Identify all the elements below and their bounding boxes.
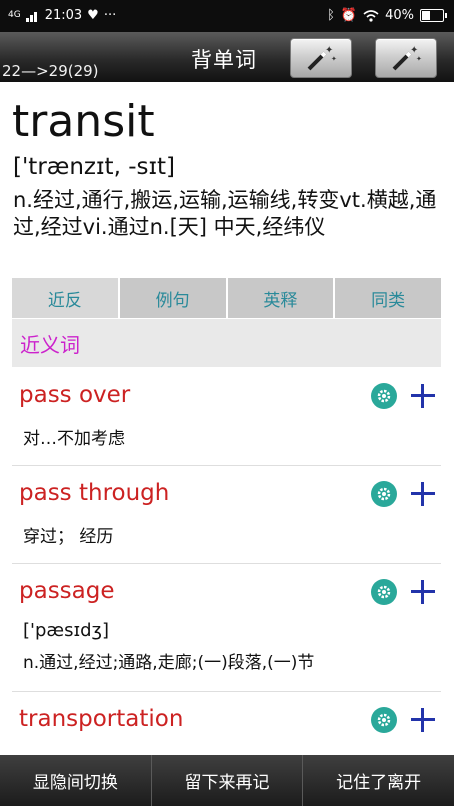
section-title: 近义词 [12,319,441,367]
clock: 21:03 [44,8,83,23]
bottom-bar: 显隐间切换 留下来再记 记住了离开 [0,755,454,806]
list-item[interactable]: passage ['pæsɪdʒ] n.通过,经过;通路,走廊;(一)段落,(一… [12,564,441,692]
add-icon[interactable] [411,708,435,732]
add-icon[interactable] [411,384,435,408]
magic-wand-icon: ✦ ✦ [392,45,422,71]
phonetic: ['trænzɪt, -sɪt] [13,154,176,180]
gear-icon[interactable] [371,481,397,507]
gear-icon[interactable] [371,579,397,605]
bluetooth-icon: ᛒ [327,8,335,23]
add-icon[interactable] [411,482,435,506]
list-item[interactable]: pass over 对…不加考虑 [12,368,441,466]
network-indicator: 4G [8,10,21,20]
svg-text:✦: ✦ [416,55,422,63]
battery-icon [420,9,447,22]
heart-icon: ♥ [87,8,99,23]
item-description: 穿过； 经历 [23,527,114,547]
list-item[interactable]: pass through 穿过； 经历 [12,466,441,564]
item-word: pass over [19,382,131,408]
item-description: 对…不加考虑 [23,429,125,449]
alarm-icon: ⏰ [340,8,358,23]
magic-wand-button-2[interactable]: ✦ ✦ [375,38,437,78]
toggle-visibility-button[interactable]: 显隐间切换 [0,755,152,806]
more-notifications-icon: ··· [103,8,117,23]
tab-examples[interactable]: 例句 [120,278,228,318]
signal-icon [25,11,37,22]
magic-wand-icon: ✦ ✦ [307,45,337,71]
definition: n.经过,通行,搬运,运输,运输线,转变vt.横越,通过,经过vi.通过n.[天… [13,188,437,239]
progress-counter: 22—>29(29) [2,62,99,80]
tab-synonyms-antonyms[interactable]: 近反 [12,278,120,318]
keep-for-later-button[interactable]: 留下来再记 [152,755,304,806]
magic-wand-button-1[interactable]: ✦ ✦ [290,38,352,78]
svg-text:✦: ✦ [331,55,337,63]
tab-english-definition[interactable]: 英释 [228,278,336,318]
gear-icon[interactable] [371,383,397,409]
item-description: n.通过,经过;通路,走廊;(一)段落,(一)节 [23,653,315,673]
tab-bar: 近反 例句 英释 同类 [12,278,441,318]
wifi-icon [363,9,379,22]
tab-similar[interactable]: 同类 [335,278,441,318]
item-phonetic: ['pæsɪdʒ] [23,620,109,641]
item-word: passage [19,578,115,604]
gear-icon[interactable] [371,707,397,733]
status-bar: 4G 21:03 ♥ ··· ᛒ ⏰ 40% [0,0,454,32]
battery-level: 40% [385,8,414,23]
synonym-list: pass over 对…不加考虑 pass through 穿过； 经历 pas… [12,368,441,754]
headword: transit [12,96,155,147]
title-bar: 背单词 22—>29(29) ✦ ✦ ✦ ✦ [0,32,454,82]
add-icon[interactable] [411,580,435,604]
item-word: transportation [19,706,184,732]
list-item[interactable]: transportation [12,692,441,754]
page-title: 背单词 [191,48,257,72]
item-word: pass through [19,480,170,506]
mastered-leave-button[interactable]: 记住了离开 [303,755,454,806]
